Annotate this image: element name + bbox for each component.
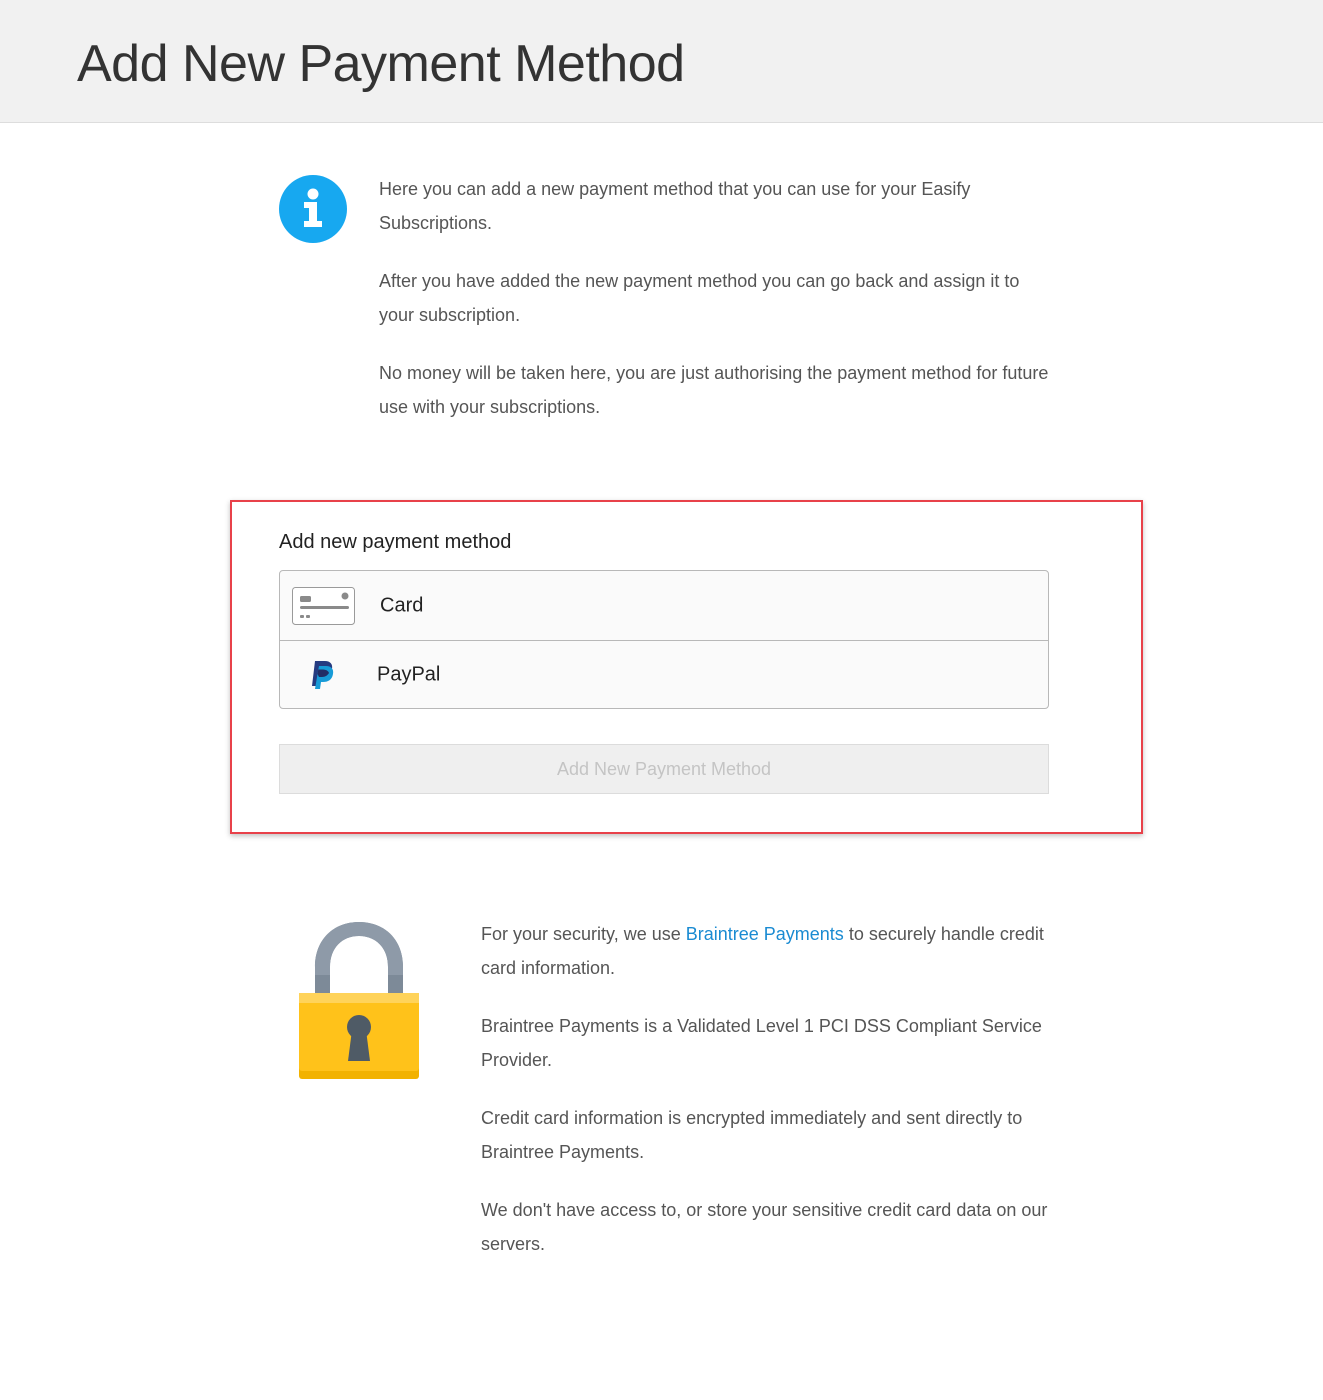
security-text-span: For your security, we use bbox=[481, 924, 686, 944]
security-paragraph: For your security, we use Braintree Paym… bbox=[481, 918, 1061, 985]
info-text: Here you can add a new payment method th… bbox=[379, 173, 1049, 449]
info-paragraph: Here you can add a new payment method th… bbox=[379, 179, 971, 233]
info-paragraph: No money will be taken here, you are jus… bbox=[379, 363, 1049, 417]
payment-option-label: Card bbox=[380, 594, 424, 616]
payment-option-card[interactable]: Card bbox=[280, 571, 1048, 640]
page-title: Add New Payment Method bbox=[77, 35, 685, 93]
security-paragraph: Credit card information is encrypted imm… bbox=[481, 1108, 1023, 1162]
info-icon bbox=[279, 175, 347, 243]
credit-card-icon bbox=[292, 587, 355, 625]
braintree-payments-link[interactable]: Braintree Payments bbox=[686, 924, 844, 944]
padlock-icon bbox=[296, 915, 422, 1083]
payment-option-label: PayPal bbox=[377, 663, 441, 685]
page-header: Add New Payment Method bbox=[0, 0, 1323, 123]
security-text: For your security, we use Braintree Paym… bbox=[481, 918, 1061, 1286]
security-paragraph: We don't have access to, or store your s… bbox=[481, 1200, 1048, 1254]
dropin-heading: Add new payment method bbox=[279, 531, 512, 553]
security-paragraph: Braintree Payments is a Validated Level … bbox=[481, 1016, 1042, 1070]
payment-options-list: Card PayPal bbox=[279, 570, 1049, 709]
info-paragraph: After you have added the new payment met… bbox=[379, 271, 1020, 325]
paypal-icon bbox=[308, 660, 336, 690]
payment-dropin: Add new payment method Card PayPal Add N… bbox=[230, 500, 1143, 834]
add-payment-method-button[interactable]: Add New Payment Method bbox=[279, 744, 1049, 794]
payment-option-paypal[interactable]: PayPal bbox=[280, 640, 1048, 708]
